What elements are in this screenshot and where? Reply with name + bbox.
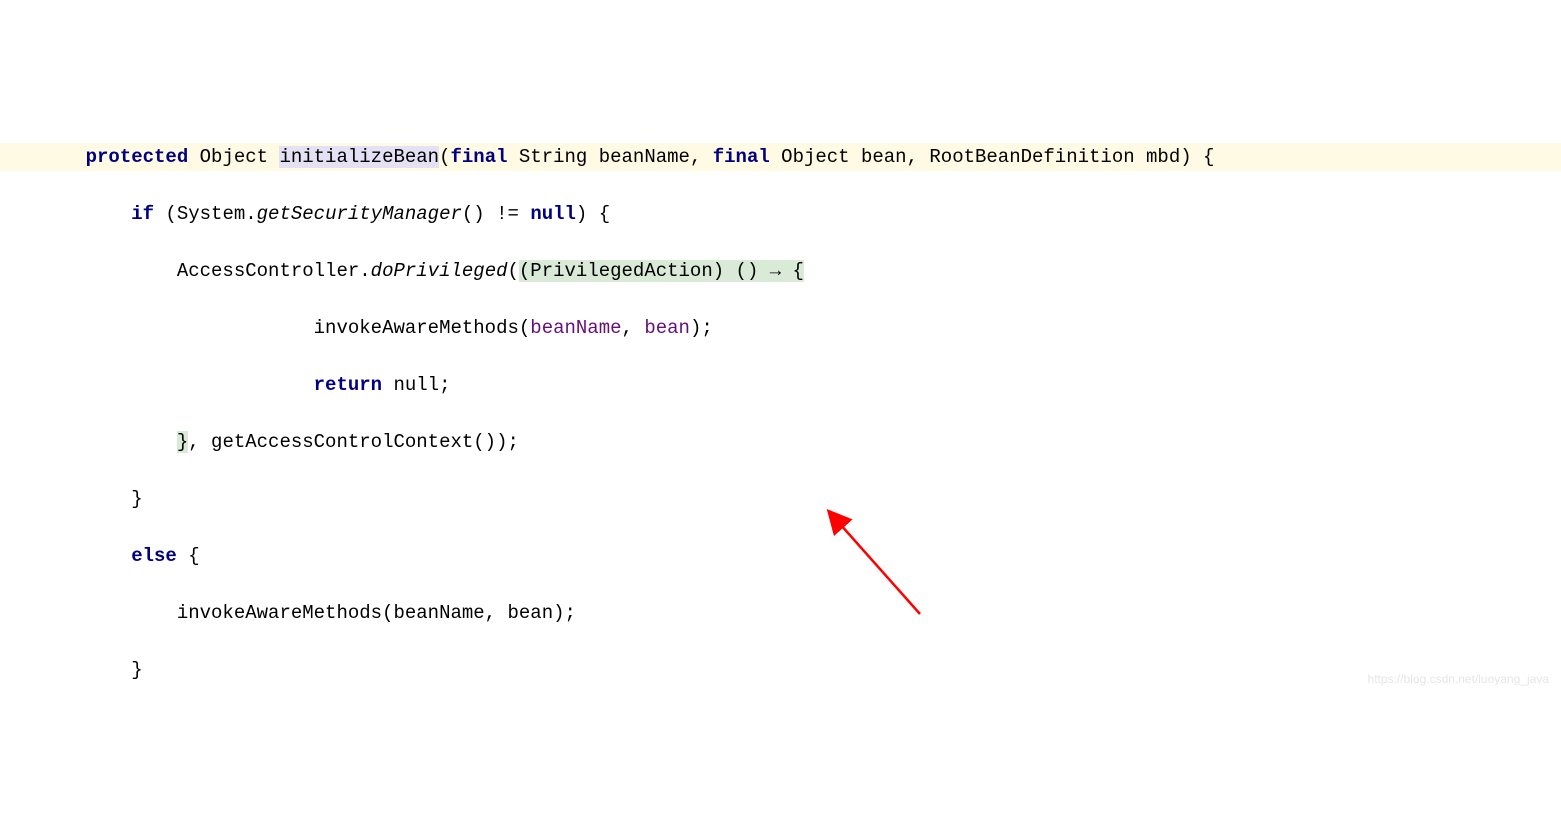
keyword-protected: protected <box>86 146 189 168</box>
static-method: getSecurityManager <box>257 203 462 225</box>
code-text: Object <box>188 146 279 168</box>
code-text: } <box>131 659 142 681</box>
code-line: } <box>0 485 1561 514</box>
keyword-null: null <box>530 203 576 225</box>
indent <box>40 431 177 453</box>
indent <box>40 659 131 681</box>
code-text: () != <box>462 203 530 225</box>
keyword-else: else <box>131 545 177 567</box>
code-text: invokeAwareMethods( <box>314 317 531 339</box>
indent <box>40 317 314 339</box>
code-text: ( <box>439 146 450 168</box>
code-line: return null; <box>0 371 1561 400</box>
code-text: ( <box>508 260 519 282</box>
keyword-return: return <box>314 374 382 396</box>
code-text: null; <box>382 374 450 396</box>
param-name: beanName <box>530 317 621 339</box>
static-method: doPrivileged <box>371 260 508 282</box>
param-name: bean <box>644 317 690 339</box>
code-text: , <box>622 317 645 339</box>
code-text: ); <box>690 317 713 339</box>
code-line: AccessController.doPrivileged((Privilege… <box>0 257 1561 286</box>
code-text: AccessController. <box>177 260 371 282</box>
indent <box>40 488 131 510</box>
code-text: { <box>177 545 200 567</box>
code-line: invokeAwareMethods(beanName, bean); <box>0 314 1561 343</box>
code-line: if (System.getSecurityManager() != null)… <box>0 200 1561 229</box>
watermark-text: https://blog.csdn.net/luoyang_java <box>1368 670 1549 688</box>
code-line: else { <box>0 542 1561 571</box>
keyword-final: final <box>713 146 770 168</box>
code-line: }, getAccessControlContext()); <box>0 428 1561 457</box>
lambda-end: } <box>177 431 188 453</box>
code-text: (System. <box>154 203 257 225</box>
code-line: invokeAwareMethods(beanName, bean); <box>0 599 1561 628</box>
code-text: ) { <box>576 203 610 225</box>
code-line: } <box>0 656 1561 685</box>
code-text: } <box>131 488 142 510</box>
indent <box>40 374 314 396</box>
indent <box>40 602 177 624</box>
method-name-highlight: initializeBean <box>279 146 439 168</box>
code-text: invokeAwareMethods(beanName, bean); <box>177 602 576 624</box>
indent <box>40 203 131 225</box>
keyword-final: final <box>451 146 508 168</box>
lambda-expression: (PrivilegedAction) () → { <box>519 260 804 282</box>
indent <box>40 260 177 282</box>
keyword-if: if <box>131 203 154 225</box>
code-editor[interactable]: protected Object initializeBean(final St… <box>0 114 1561 694</box>
code-text: , getAccessControlContext()); <box>188 431 519 453</box>
code-text: String beanName, <box>508 146 713 168</box>
code-line: protected Object initializeBean(final St… <box>0 143 1561 172</box>
code-text: Object bean, RootBeanDefinition mbd) { <box>770 146 1215 168</box>
indent <box>40 545 131 567</box>
